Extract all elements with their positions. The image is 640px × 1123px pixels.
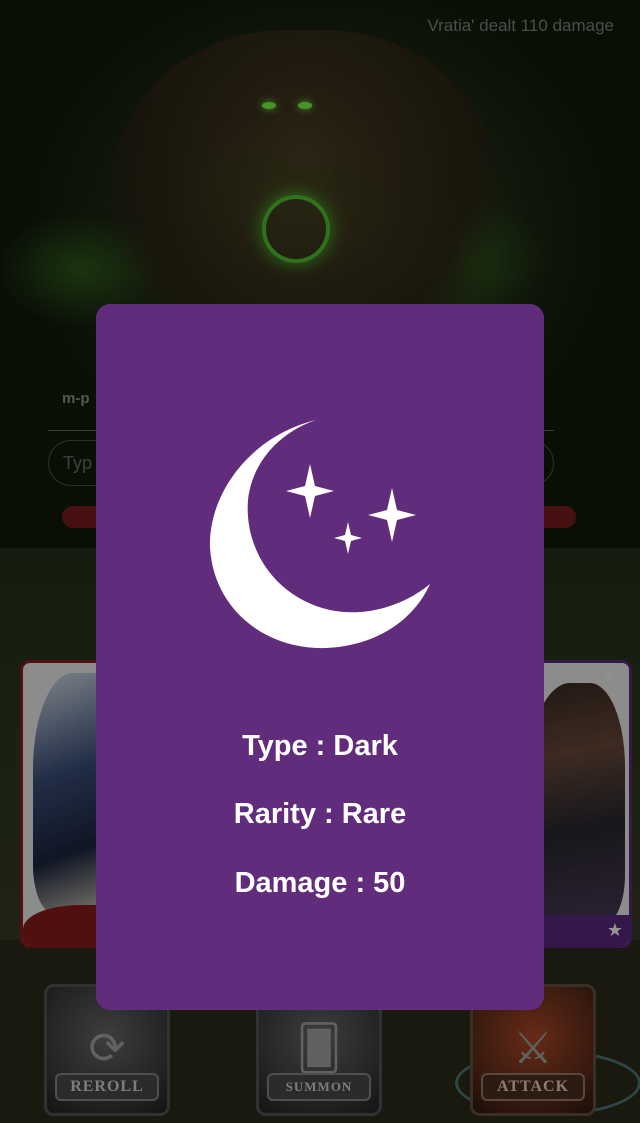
card-damage: Damage : 50 <box>234 867 406 899</box>
card-type: Type : Dark <box>242 730 398 762</box>
moon-stars-icon <box>209 420 430 649</box>
card-detail-modal[interactable]: Type : Dark Rarity : Rare Damage : 50 <box>96 304 544 1010</box>
card-rarity: Rarity : Rare <box>233 798 407 830</box>
